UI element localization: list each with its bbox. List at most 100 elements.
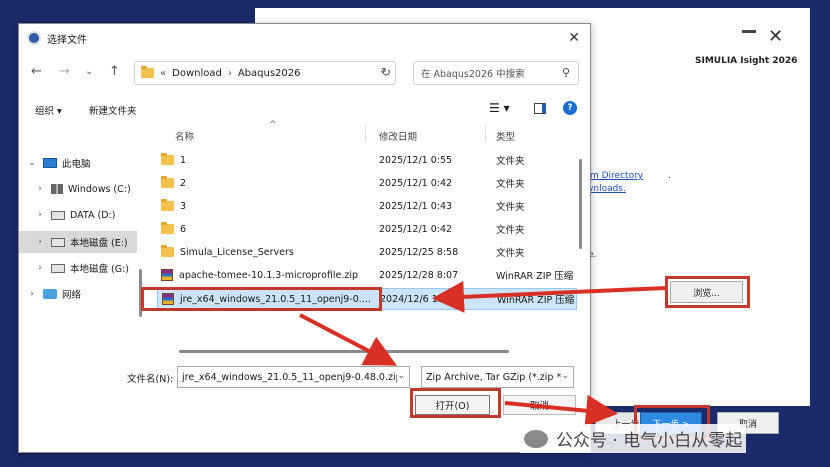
network-icon xyxy=(43,289,57,299)
file-row[interactable]: 2 2025/12/1 0:42 文件夹 xyxy=(157,172,577,194)
column-divider[interactable] xyxy=(485,126,486,142)
column-name[interactable]: 名称 xyxy=(175,129,194,143)
scrollbar-thumb[interactable] xyxy=(579,159,582,249)
file-list-scrollbar[interactable] xyxy=(579,124,582,254)
column-type[interactable]: 类型 xyxy=(496,129,515,143)
file-date: 2025/12/1 0:55 xyxy=(379,154,453,166)
highlight-box xyxy=(410,388,501,418)
address-bar[interactable]: « Download › Abaqus2026 ⌄ xyxy=(134,61,396,85)
filename-input[interactable]: jre_x64_windows_21.0.5_11_openj9-0.48.0.… xyxy=(177,366,410,388)
highlight-box xyxy=(665,276,750,308)
chevron-down-icon[interactable]: ⌄ xyxy=(27,158,37,168)
drive-icon xyxy=(51,263,65,273)
file-type: WinRAR ZIP 压缩 xyxy=(497,295,575,306)
preview-pane-icon[interactable] xyxy=(534,103,546,114)
app-icon xyxy=(27,31,41,45)
file-date: 2025/12/1 0:43 xyxy=(379,200,453,212)
nav-item-this-pc[interactable]: ⌄ 此电脑 xyxy=(19,152,137,174)
file-list: ^ 名称 修改日期 类型 1 2025/12/1 0:55 文件夹 2 2025… xyxy=(147,120,577,354)
breadcrumb-item[interactable]: Abaqus2026 xyxy=(238,68,301,79)
search-icon: ⚲ xyxy=(561,66,570,79)
horizontal-scrollbar[interactable] xyxy=(179,350,584,353)
column-date[interactable]: 修改日期 xyxy=(379,129,417,143)
file-row[interactable]: Simula_License_Servers 2025/12/25 8:58 文… xyxy=(157,241,577,263)
winrar-zip-icon xyxy=(161,269,173,281)
directory-link[interactable]: m Directory xyxy=(590,171,643,181)
wechat-icon xyxy=(524,429,548,448)
folder-icon xyxy=(161,153,174,165)
minimize-icon[interactable] xyxy=(742,30,756,33)
file-type: 文件夹 xyxy=(496,225,525,236)
nav-item-network[interactable]: › 网络 xyxy=(19,283,137,305)
file-date: 2025/12/28 8:07 xyxy=(379,269,459,281)
file-type-filter[interactable]: Zip Archive, Tar GZip (*.zip * ⌄ xyxy=(421,366,574,388)
new-folder-button[interactable]: 新建文件夹 xyxy=(89,103,137,117)
file-name: 6 xyxy=(180,223,187,235)
windows-drive-icon xyxy=(51,184,63,194)
toolbar: 组织 ▾ 新建文件夹 ☰ ▾ ? xyxy=(19,99,592,121)
pc-icon xyxy=(43,158,57,168)
folder-icon xyxy=(141,66,154,78)
close-icon[interactable]: ✕ xyxy=(768,26,783,47)
file-row[interactable]: 1 2025/12/1 0:55 文件夹 xyxy=(157,149,577,171)
nav-item-drive-c[interactable]: › Windows (C:) xyxy=(19,178,137,200)
file-row[interactable]: apache-tomee-10.1.3-microprofile.zip 202… xyxy=(157,264,577,286)
help-icon[interactable]: ? xyxy=(563,101,577,115)
refresh-icon[interactable]: ↻ xyxy=(381,65,391,79)
search-placeholder: 在 Abaqus2026 中搜索 xyxy=(421,69,525,80)
dialog-title: 选择文件 xyxy=(47,34,87,46)
chevron-right-icon[interactable]: › xyxy=(27,289,37,299)
file-row[interactable]: 6 2025/12/1 0:42 文件夹 xyxy=(157,218,577,240)
product-title: SIMULIA Isight 2026 xyxy=(695,56,798,66)
overflow-chevron-icon[interactable]: « xyxy=(160,68,166,79)
up-arrow-icon[interactable]: ↑ xyxy=(109,64,120,79)
navigation-pane: ⌄ 此电脑 › Windows (C:) › DATA (D:) › 本地磁盘 … xyxy=(19,124,137,354)
file-date: 2025/12/1 0:42 xyxy=(379,177,453,189)
nav-item-drive-g[interactable]: › 本地磁盘 (G:) xyxy=(19,257,137,279)
chevron-right-icon[interactable]: › xyxy=(35,263,45,273)
recent-chevron-icon[interactable]: ⌄ xyxy=(85,66,93,77)
nav-label: 网络 xyxy=(62,290,82,301)
file-type: 文件夹 xyxy=(496,248,525,259)
file-type: 文件夹 xyxy=(496,156,525,167)
filter-value: Zip Archive, Tar GZip (*.zip * xyxy=(426,371,562,383)
nav-label: Windows (C:) xyxy=(68,183,131,195)
chevron-right-icon[interactable]: › xyxy=(35,210,45,220)
chevron-down-icon[interactable]: ⌄ xyxy=(561,371,569,381)
nav-label: 本地磁盘 (G:) xyxy=(70,264,129,275)
filename-row: 文件名(N): jre_x64_windows_21.0.5_11_openj9… xyxy=(19,364,592,394)
file-date: 2024/12/6 13:03 xyxy=(380,293,460,305)
chevron-down-icon[interactable]: ⌄ xyxy=(397,371,405,381)
file-date: 2025/12/25 8:58 xyxy=(379,246,459,258)
file-name: 2 xyxy=(180,177,187,189)
organize-menu[interactable]: 组织 ▾ xyxy=(35,103,62,117)
nav-item-drive-e[interactable]: › 本地磁盘 (E:) xyxy=(19,231,137,253)
chevron-right-icon[interactable]: › xyxy=(35,184,45,194)
cancel-button[interactable]: 取消 xyxy=(503,395,576,415)
file-date: 2025/12/1 0:42 xyxy=(379,223,453,235)
watermark-text: 公众号 · 电气小白从零起 xyxy=(556,431,743,451)
nav-label: DATA (D:) xyxy=(70,209,116,221)
file-dialog: 选择文件 ✕ ← → ⌄ ↑ « Download › Abaqus2026 ⌄… xyxy=(18,23,591,453)
downloads-link[interactable]: wnloads. xyxy=(586,184,626,194)
breadcrumb-separator-icon: › xyxy=(227,67,232,79)
back-arrow-icon[interactable]: ← xyxy=(31,64,42,79)
nav-item-drive-d[interactable]: › DATA (D:) xyxy=(19,204,137,226)
file-row[interactable]: 3 2025/12/1 0:43 文件夹 xyxy=(157,195,577,217)
close-icon[interactable]: ✕ xyxy=(568,30,580,46)
file-name: 3 xyxy=(180,200,187,212)
file-type: 文件夹 xyxy=(496,179,525,190)
highlight-box xyxy=(141,287,382,311)
breadcrumb-item[interactable]: Download xyxy=(172,68,222,79)
watermark: 公众号 · 电气小白从零起 xyxy=(520,424,747,453)
file-type: 文件夹 xyxy=(496,202,525,213)
sort-up-icon: ^ xyxy=(269,120,277,130)
search-input[interactable]: 在 Abaqus2026 中搜索 ⚲ xyxy=(413,61,579,85)
scrollbar-thumb[interactable] xyxy=(179,350,509,353)
chevron-right-icon[interactable]: › xyxy=(35,237,45,247)
drive-icon xyxy=(51,237,65,247)
forward-arrow-icon[interactable]: → xyxy=(59,64,70,79)
column-divider[interactable] xyxy=(365,126,366,142)
view-options-icon[interactable]: ☰ ▾ xyxy=(489,101,510,115)
nav-label: 此电脑 xyxy=(62,159,91,170)
